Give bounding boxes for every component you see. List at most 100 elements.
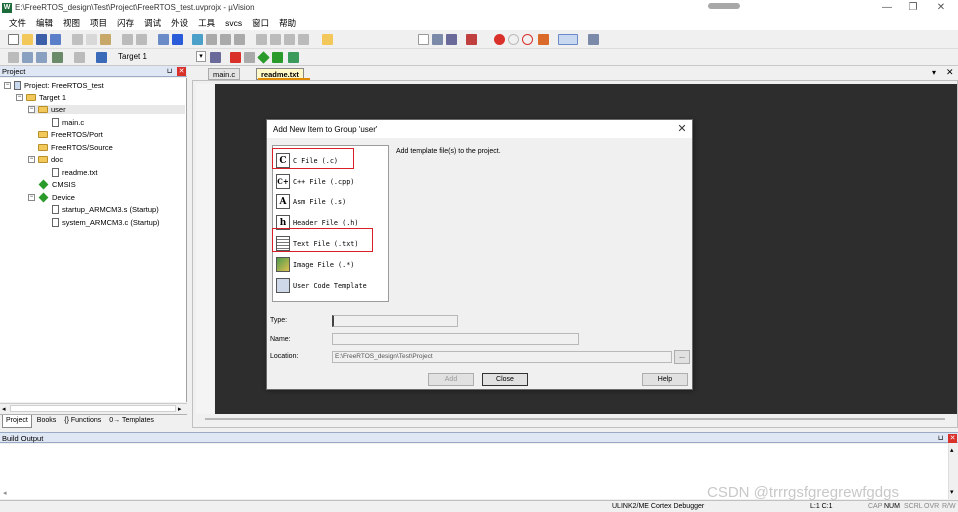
minimize-button[interactable]: — [880, 2, 894, 13]
manage-books-icon[interactable] [244, 52, 255, 63]
menu-flash[interactable]: 闪存 [112, 17, 139, 29]
manage-project-icon[interactable] [230, 52, 241, 63]
redo-icon[interactable] [136, 34, 147, 45]
breakpoint-kill-all-icon[interactable] [538, 34, 549, 45]
bookmark-icon[interactable] [192, 34, 203, 45]
build-icon[interactable] [22, 52, 33, 63]
find-dropdown-icon[interactable] [418, 34, 429, 45]
tree-item-system[interactable]: system_ARMCM3.c (Startup) [52, 218, 160, 227]
tree-item-startup[interactable]: startup_ARMCM3.s (Startup) [52, 205, 159, 214]
target-select[interactable]: Target 1 [118, 52, 147, 61]
scroll-left-icon[interactable]: ◂ [3, 489, 7, 497]
menu-tools[interactable]: 工具 [193, 17, 220, 29]
pin-icon[interactable]: ⊔ [165, 67, 174, 76]
search-icon[interactable] [432, 34, 443, 45]
name-field[interactable] [332, 333, 579, 345]
nav-back-icon[interactable] [158, 34, 169, 45]
close-panel-icon[interactable]: ✕ [948, 434, 957, 443]
select-packs-icon[interactable] [288, 52, 299, 63]
save-all-icon[interactable] [50, 34, 61, 45]
scroll-left-icon[interactable]: ◂ [2, 405, 6, 413]
scroll-up-icon[interactable]: ▴ [950, 446, 954, 454]
collapse-icon[interactable]: − [28, 106, 35, 113]
tree-item-freertos-port[interactable]: FreeRTOS/Port [38, 130, 103, 139]
tab-books[interactable]: Books [34, 415, 59, 428]
nav-forward-icon[interactable] [172, 34, 183, 45]
undo-icon[interactable] [122, 34, 133, 45]
close-tab-icon[interactable]: ✕ [946, 67, 954, 78]
scroll-thumb[interactable] [10, 405, 176, 412]
tree-item-readme[interactable]: readme.txt [52, 168, 97, 177]
stop-build-icon[interactable] [74, 52, 85, 63]
target-options-icon[interactable] [96, 52, 107, 63]
pack-installer-icon[interactable] [272, 52, 283, 63]
project-hscrollbar[interactable]: ◂ ▸ [0, 403, 187, 413]
tree-item-freertos-source[interactable]: FreeRTOS/Source [38, 143, 113, 152]
add-button[interactable]: Add [428, 373, 474, 386]
chevron-down-icon[interactable]: ▾ [196, 51, 206, 62]
indent-icon[interactable] [256, 34, 267, 45]
configure-icon[interactable] [588, 34, 599, 45]
tree-item-main-c[interactable]: main.c [52, 118, 84, 127]
scroll-down-icon[interactable]: ▾ [950, 488, 954, 496]
bookmark-prev-icon[interactable] [206, 34, 217, 45]
template-user-code[interactable]: User Code Template [276, 276, 386, 295]
menu-view[interactable]: 视图 [58, 17, 85, 29]
help-button[interactable]: Help [642, 373, 688, 386]
download-icon[interactable] [52, 52, 63, 63]
comment-icon[interactable] [284, 34, 295, 45]
location-field[interactable]: E:\FreeRTOS_design\Test\Project [332, 351, 672, 363]
window-layout-icon[interactable] [558, 34, 578, 45]
debug-session-icon[interactable] [466, 34, 477, 45]
save-icon[interactable] [36, 34, 47, 45]
menu-file[interactable]: 文件 [4, 17, 31, 29]
copy-icon[interactable] [86, 34, 97, 45]
new-file-icon[interactable] [8, 34, 19, 45]
tree-item-user[interactable]: − user [28, 105, 185, 114]
menu-svcs[interactable]: svcs [220, 18, 247, 28]
close-panel-icon[interactable]: ✕ [177, 67, 186, 76]
template-cpp-file[interactable]: C+ C++ File (.cpp) [276, 172, 386, 191]
tree-item-doc[interactable]: − doc [28, 155, 63, 164]
menu-project[interactable]: 项目 [85, 17, 112, 29]
collapse-icon[interactable]: − [28, 194, 35, 201]
menu-help[interactable]: 帮助 [274, 17, 301, 29]
breakpoint-disable-icon[interactable] [522, 34, 533, 45]
translate-icon[interactable] [8, 52, 19, 63]
collapse-icon[interactable]: − [16, 94, 23, 101]
tab-project[interactable]: Project [2, 415, 32, 428]
tab-templates[interactable]: 0→ Templates [106, 415, 157, 428]
open-file-icon[interactable] [22, 34, 33, 45]
type-field[interactable] [332, 315, 458, 327]
restore-button[interactable]: ❐ [906, 2, 920, 13]
pin-icon[interactable]: ⊔ [936, 434, 945, 443]
tree-item-target[interactable]: − Target 1 [16, 93, 66, 102]
tree-item-device[interactable]: − Device [28, 192, 75, 203]
tree-item-project[interactable]: − Project: FreeRTOS_test [4, 81, 104, 90]
incremental-find-icon[interactable] [446, 34, 457, 45]
breakpoint-insert-icon[interactable] [494, 34, 505, 45]
tab-functions[interactable]: {} Functions [61, 415, 104, 428]
scroll-right-icon[interactable]: ▸ [178, 405, 182, 413]
magic-wand-icon[interactable] [210, 52, 221, 63]
bookmark-clear-icon[interactable] [234, 34, 245, 45]
editor-hscrollbar[interactable] [205, 416, 945, 422]
browse-button[interactable]: ... [674, 350, 690, 364]
menu-edit[interactable]: 编辑 [31, 17, 58, 29]
find-in-files-icon[interactable] [322, 34, 333, 45]
bookmark-next-icon[interactable] [220, 34, 231, 45]
collapse-icon[interactable]: − [28, 156, 35, 163]
menu-peripherals[interactable]: 外设 [166, 17, 193, 29]
menu-window[interactable]: 窗口 [247, 17, 274, 29]
cut-icon[interactable] [72, 34, 83, 45]
breakpoint-enable-icon[interactable] [508, 34, 519, 45]
uncomment-icon[interactable] [298, 34, 309, 45]
tab-list-icon[interactable]: ▾ [932, 68, 936, 77]
menu-debug[interactable]: 调试 [139, 17, 166, 29]
template-asm-file[interactable]: A Asm File (.s) [276, 192, 386, 211]
tree-item-cmsis[interactable]: CMSIS [38, 179, 76, 190]
manage-rte-icon[interactable] [257, 51, 270, 64]
paste-icon[interactable] [100, 34, 111, 45]
template-image-file[interactable]: Image File (.*) [276, 255, 386, 274]
title-scroll-thumb[interactable] [708, 3, 740, 9]
